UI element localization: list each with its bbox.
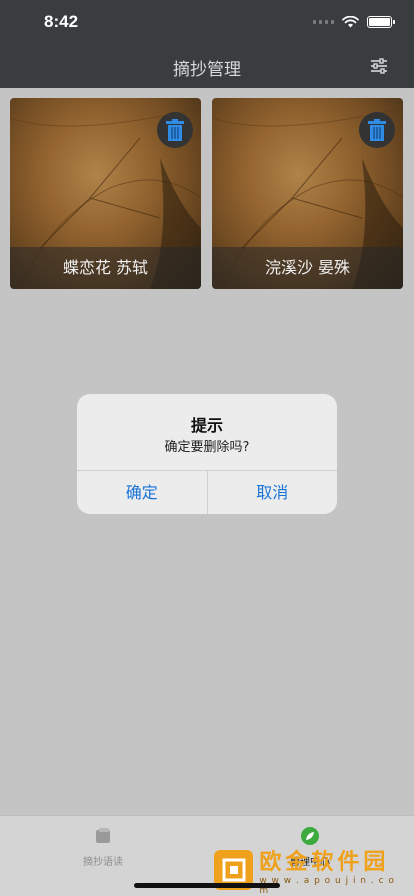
confirm-button[interactable]: 确定 [77, 471, 207, 514]
tab-reading[interactable]: 摘抄语读 [53, 826, 153, 868]
watermark-text: 欧金软件园 [259, 850, 390, 875]
cancel-button[interactable]: 取消 [206, 471, 338, 514]
dialog-actions: 确定 取消 [77, 470, 337, 514]
home-indicator [134, 883, 280, 888]
watermark-url: w w w . a p o u j i n . c o m [259, 876, 395, 896]
delete-confirm-dialog: 提示 确定要删除吗? 确定 取消 [77, 394, 337, 514]
leaf-icon [301, 827, 319, 845]
dialog-message: 确定要删除吗? [164, 440, 250, 455]
book-icon [96, 828, 110, 843]
dialog-title: 提示 [190, 416, 223, 435]
tab-label: 摘抄语读 [83, 857, 123, 868]
